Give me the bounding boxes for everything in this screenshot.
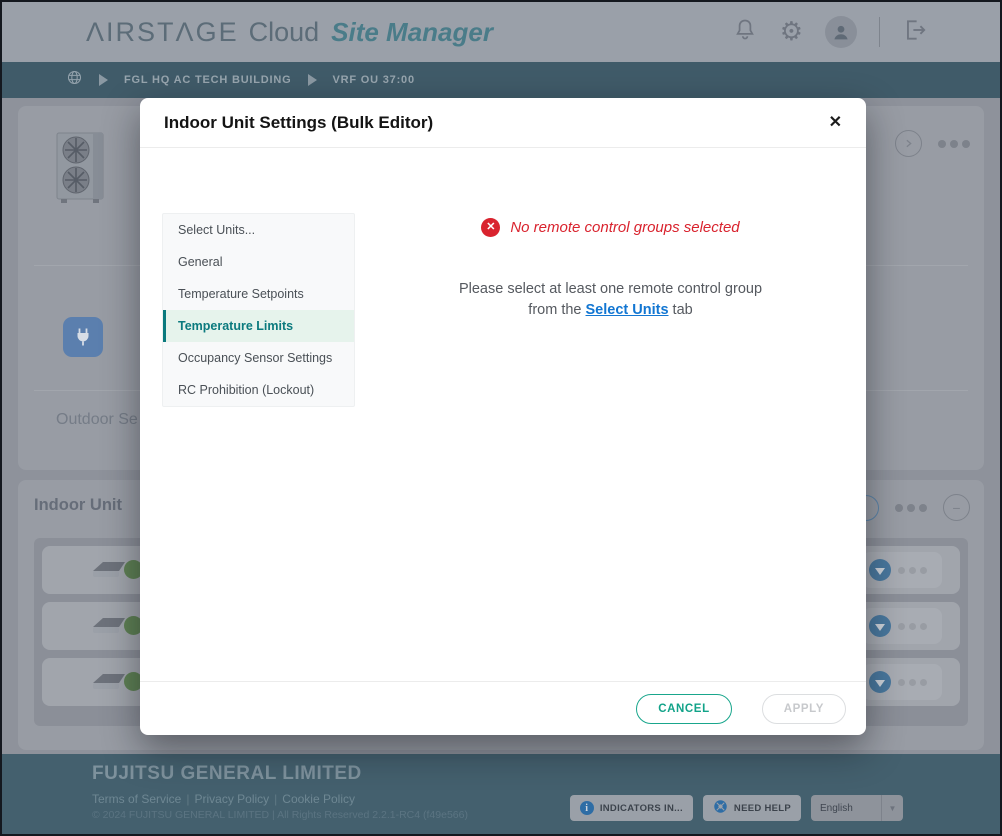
modal-content: ✕ No remote control groups selected Plea…	[355, 208, 866, 321]
select-units-link[interactable]: Select Units	[586, 302, 669, 318]
info-icon: i	[580, 801, 594, 815]
header-divider	[879, 17, 880, 47]
settings-gear-icon[interactable]: ⚙	[780, 19, 803, 45]
more-options-icon[interactable]	[898, 567, 927, 574]
logo-site-manager-text: Site Manager	[331, 17, 493, 48]
row-control-panel	[862, 608, 942, 644]
indoor-units-title: Indoor Unit	[34, 496, 122, 515]
expand-chevron-icon[interactable]	[895, 130, 922, 157]
tab-temperature-limits[interactable]: Temperature Limits	[163, 310, 354, 342]
fan-speed-icon[interactable]	[869, 615, 891, 637]
row-control-panel	[862, 552, 942, 588]
row-control-panel	[862, 664, 942, 700]
collapse-minus-icon[interactable]: −	[943, 494, 970, 521]
more-options-icon[interactable]	[938, 140, 970, 148]
app-footer: FUJITSU GENERAL LIMITED Terms of Service…	[2, 754, 1000, 834]
tab-occupancy-sensor-settings[interactable]: Occupancy Sensor Settings	[163, 342, 354, 374]
tab-select-units[interactable]: Select Units...	[163, 214, 354, 246]
hint-text: Please select at least one remote contro…	[443, 279, 779, 321]
footer-legal-links: Terms of Service|Privacy Policy|Cookie P…	[92, 792, 355, 806]
help-lifebuoy-icon	[713, 799, 728, 817]
more-options-icon[interactable]	[895, 504, 927, 512]
notifications-bell-icon[interactable]	[732, 17, 758, 48]
cancel-button[interactable]: CANCEL	[636, 694, 732, 724]
app-window: ΛIRSTΛGE Cloud Site Manager ⚙	[0, 0, 1002, 836]
power-plug-icon[interactable]	[63, 317, 103, 357]
footer-company-name: FUJITSU GENERAL LIMITED	[92, 763, 362, 785]
language-value: English	[811, 803, 853, 814]
airstage-logo: ΛIRSTΛGE Cloud Site Manager	[86, 17, 493, 48]
modal-footer: CANCEL APPLY	[140, 681, 866, 735]
more-options-icon[interactable]	[898, 679, 927, 686]
close-icon[interactable]: ✕	[829, 115, 842, 131]
breadcrumb-arrow-icon	[99, 74, 108, 86]
bulk-editor-modal: Indoor Unit Settings (Bulk Editor) ✕ Sel…	[140, 98, 866, 735]
more-options-icon[interactable]	[898, 623, 927, 630]
logout-icon[interactable]	[902, 17, 928, 48]
fan-speed-icon[interactable]	[869, 671, 891, 693]
indicators-button[interactable]: i INDICATORS IN...	[570, 795, 693, 821]
breadcrumb: FGL HQ AC TECH BUILDING VRF OU 37:00	[2, 62, 1000, 98]
modal-header: Indoor Unit Settings (Bulk Editor) ✕	[140, 98, 866, 148]
error-message: No remote control groups selected	[510, 219, 739, 236]
need-help-button[interactable]: NEED HELP	[703, 795, 801, 821]
language-select[interactable]: English ▼	[811, 795, 903, 821]
terms-of-service-link[interactable]: Terms of Service	[92, 792, 181, 806]
logo-airstage-text: ΛIRSTΛGE	[86, 17, 239, 48]
caret-down-icon: ▼	[881, 795, 903, 821]
breadcrumb-site[interactable]: FGL HQ AC TECH BUILDING	[124, 74, 292, 86]
globe-icon[interactable]	[66, 69, 83, 91]
fan-speed-icon[interactable]	[869, 559, 891, 581]
apply-button[interactable]: APPLY	[762, 694, 846, 724]
outdoor-section-label: Outdoor Se	[56, 411, 138, 429]
logo-cloud-text: Cloud	[249, 17, 320, 48]
modal-title: Indoor Unit Settings (Bulk Editor)	[164, 113, 433, 133]
breadcrumb-arrow-icon	[308, 74, 317, 86]
user-avatar[interactable]	[825, 16, 857, 48]
tab-general[interactable]: General	[163, 246, 354, 278]
app-header: ΛIRSTΛGE Cloud Site Manager ⚙	[2, 2, 1000, 62]
outdoor-unit-image	[55, 130, 109, 211]
settings-tab-list: Select Units... General Temperature Setp…	[162, 213, 355, 407]
error-x-icon: ✕	[481, 218, 500, 237]
tab-rc-prohibition[interactable]: RC Prohibition (Lockout)	[163, 374, 354, 406]
footer-copyright: © 2024 FUJITSU GENERAL LIMITED | All Rig…	[92, 809, 468, 821]
tab-temperature-setpoints[interactable]: Temperature Setpoints	[163, 278, 354, 310]
cookie-policy-link[interactable]: Cookie Policy	[282, 792, 355, 806]
breadcrumb-unit[interactable]: VRF OU 37:00	[333, 74, 415, 86]
privacy-policy-link[interactable]: Privacy Policy	[194, 792, 269, 806]
